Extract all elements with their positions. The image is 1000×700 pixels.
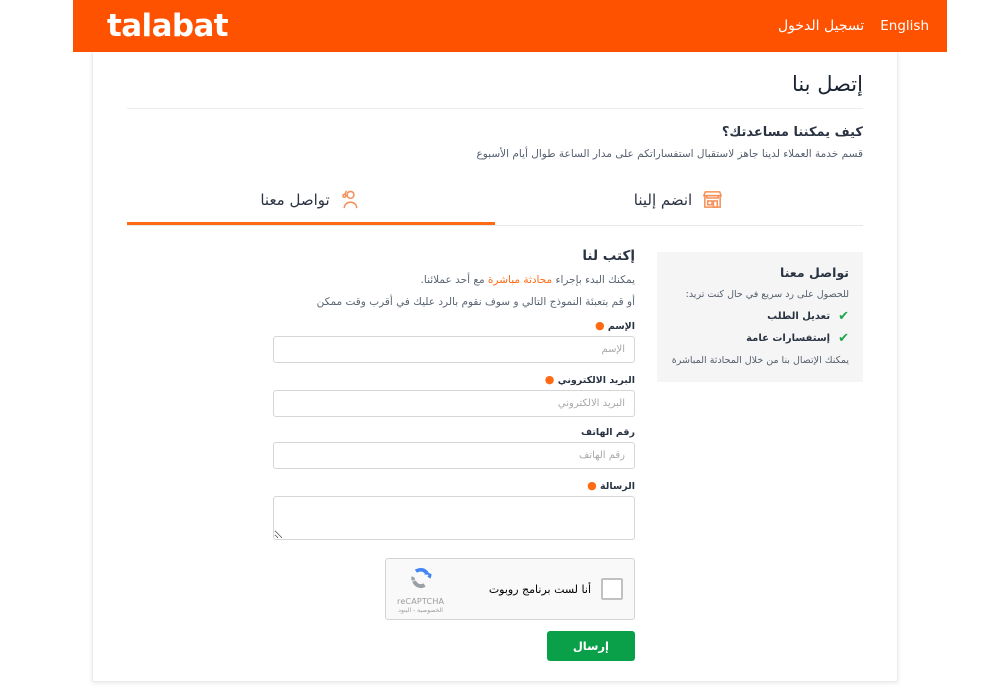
submit-row: إرسال [273,631,635,662]
recaptcha-checkbox[interactable] [601,578,623,601]
contact-body: تواصل معنا للحصول على رد سريع في حال كنت… [127,248,863,662]
list-item: ✔ إستفسارات عامة [671,332,849,345]
phone-field-label: رقم الهاتف [273,427,635,438]
content-card-inner: إتصل بنا كيف يمكننا مساعدتك؟ قسم خدمة ال… [93,52,897,681]
contact-tabs: انضم إلينا تواصل معنا [127,180,863,226]
form-intro-prefix: يمكنك البدء بإجراء [552,274,636,286]
info-column: تواصل معنا للحصول على رد سريع في حال كنت… [657,252,863,382]
name-field-label: الإسم ● [273,319,635,332]
tab-join-us[interactable]: انضم إلينا [495,180,863,225]
info-box: تواصل معنا للحصول على رد سريع في حال كنت… [657,252,863,382]
email-label-text: البريد الالكتروني [557,375,635,387]
recaptcha-branding: reCAPTCHA الخصوصية - البنود [397,564,444,614]
header-left-links: تسجيل الدخول English [778,18,929,34]
required-marker: ● [594,319,605,333]
list-item: ✔ تعديل الطلب [671,310,849,323]
required-marker: ● [587,479,597,493]
info-item-label: تعديل الطلب [767,311,831,322]
phone-input[interactable] [273,442,635,470]
storefront-icon [701,188,724,211]
page-title: إتصل بنا [791,72,863,96]
submit-button[interactable]: إرسال [546,631,635,662]
contact-form-column: إكتب لنا يمكنك البدء بإجراء محادثة مباشر… [273,248,635,662]
required-marker: ● [544,373,555,387]
email-field-label: البريد الالكتروني ● [273,373,635,386]
name-field-group: الإسم ● [273,319,635,364]
title-divider [127,108,863,109]
recaptcha-terms-text[interactable]: الخصوصية - البنود [398,607,443,614]
message-label-text: الرسالة [600,481,635,493]
live-chat-link[interactable]: محادثة مباشرة [488,274,552,286]
check-icon: ✔ [838,309,849,324]
form-intro-suffix: مع أحد عملائنا. [420,274,488,286]
recaptcha-logo-icon [407,564,435,596]
message-field-group: الرسالة ● [273,479,635,544]
help-heading: كيف يمكننا مساعدتك؟ [721,125,863,140]
recaptcha-row: أنا لست برنامج روبوت reCAPTCHA الخصوصية … [273,558,635,621]
recaptcha-checkbox-area[interactable]: أنا لست برنامج روبوت [488,578,623,601]
form-intro-line-2: أو قم بتعبئة النموذج التالي و سوف نقوم ب… [316,295,635,308]
info-item-label: إستفسارات عامة [746,333,831,344]
content-card: إتصل بنا كيف يمكننا مساعدتك؟ قسم خدمة ال… [92,52,898,682]
recaptcha-checkbox-label: أنا لست برنامج روبوت [488,582,591,596]
phone-field-group: رقم الهاتف [273,427,635,470]
tab-contact-us[interactable]: تواصل معنا [127,180,495,225]
language-switch-link[interactable]: English [880,18,929,34]
name-input[interactable] [273,336,635,364]
info-box-subtitle: للحصول على رد سريع في حال كنت تريد: [685,289,849,300]
form-heading: إكتب لنا [582,248,635,264]
tab-contact-us-label: تواصل معنا [260,190,330,209]
info-box-title: تواصل معنا [780,265,849,280]
form-intro-line-1: يمكنك البدء بإجراء محادثة مباشرة مع أحد … [273,273,635,288]
customer-service-agent-icon [339,188,362,211]
login-link[interactable]: تسجيل الدخول [778,18,864,34]
tab-join-us-label: انضم إلينا [633,190,693,209]
recaptcha-brand-name: reCAPTCHA [397,597,445,607]
name-label-text: الإسم [607,321,635,333]
message-textarea[interactable] [273,496,635,541]
email-input[interactable] [273,390,635,418]
recaptcha-widget[interactable]: أنا لست برنامج روبوت reCAPTCHA الخصوصية … [385,558,635,621]
phone-label-text: رقم الهاتف [581,427,635,439]
check-icon: ✔ [838,331,849,346]
talabat-logo[interactable]: talabat [97,10,229,42]
site-header: تسجيل الدخول English talabat [73,0,947,52]
message-field-label: الرسالة ● [273,479,635,492]
email-field-group: البريد الالكتروني ● [273,373,635,418]
help-subtext: قسم خدمة العملاء لدينا جاهز لاستقبال است… [476,148,863,160]
info-box-footer: يمكنك الإتصال بنا من خلال المحادثة المبا… [671,355,849,366]
